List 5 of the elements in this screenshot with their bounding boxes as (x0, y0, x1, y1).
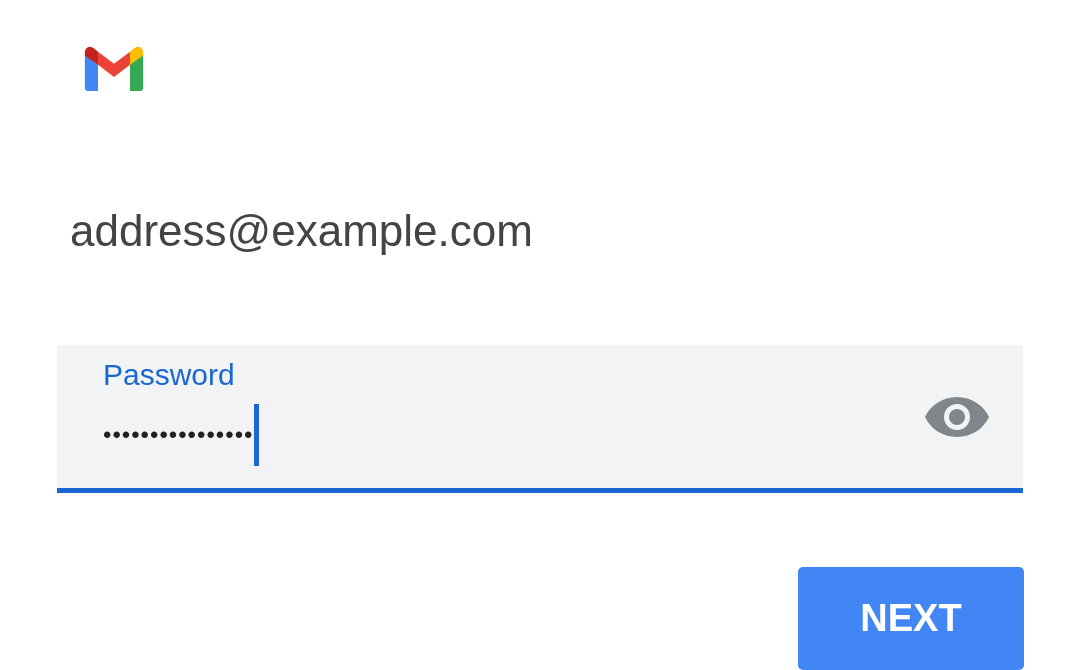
password-field[interactable]: Password •••••••••••••••• (57, 345, 1023, 493)
next-button[interactable]: NEXT (798, 567, 1024, 670)
mail-logo-icon (83, 46, 145, 92)
account-email: address@example.com (70, 209, 533, 254)
eye-icon[interactable] (925, 394, 989, 439)
